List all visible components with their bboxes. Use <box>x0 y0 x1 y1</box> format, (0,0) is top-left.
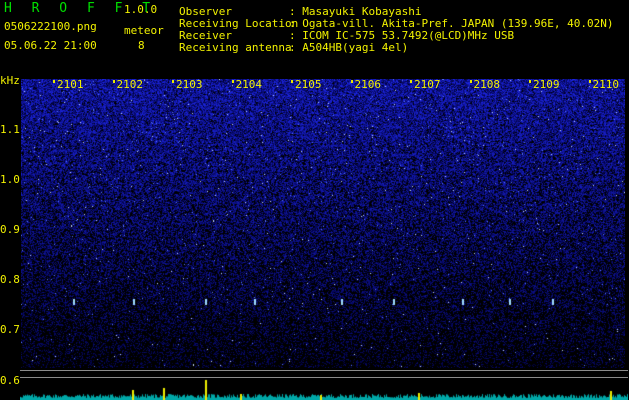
time-tick-label: 2103 <box>176 78 203 91</box>
freq-tick-label: 0.9 <box>0 223 20 236</box>
antenna-value: : A504HB(yagi 4el) <box>289 41 409 54</box>
time-tick-label: 2106 <box>354 78 382 91</box>
time-tick-mark <box>231 80 234 83</box>
time-tick-mark <box>469 80 472 83</box>
app-version: 1.0.0 <box>124 3 158 16</box>
spectrogram <box>21 79 625 368</box>
signal-level-trace <box>20 378 628 400</box>
freq-tick-label: 1.0 <box>0 173 20 186</box>
time-tick-mark <box>172 80 174 83</box>
antenna-label: Receiving antenna <box>179 41 292 54</box>
time-tick-label: 2105 <box>295 78 322 91</box>
time-tick-label: 2102 <box>116 78 144 91</box>
count-label: 8 <box>138 39 145 52</box>
separator-line <box>20 370 628 371</box>
datetime-label: 05.06.22 21:00 <box>4 39 97 52</box>
freq-tick-label: 0.6 <box>0 374 20 387</box>
filename-label: 0506222100.png <box>4 20 97 33</box>
time-tick-label: 2107 <box>414 78 441 91</box>
time-tick-mark <box>588 80 591 83</box>
mode-label: meteor <box>124 24 164 37</box>
time-tick-label: 2101 <box>57 78 84 91</box>
time-tick-mark <box>350 80 353 83</box>
freq-unit-label: kHz <box>0 74 20 87</box>
freq-tick-label: 0.8 <box>0 273 20 286</box>
freq-tick-label: 1.1 <box>0 123 20 136</box>
time-tick-label: 2109 <box>533 78 560 91</box>
time-tick-mark <box>291 80 293 83</box>
freq-tick-label: 0.7 <box>0 323 20 336</box>
time-tick-mark <box>410 80 412 83</box>
time-tick-mark <box>529 80 531 83</box>
time-tick-mark <box>53 80 55 83</box>
time-tick-label: 2108 <box>473 78 501 91</box>
time-tick-label: 2110 <box>592 78 620 91</box>
time-tick-mark <box>112 80 115 83</box>
time-tick-label: 2104 <box>235 78 263 91</box>
